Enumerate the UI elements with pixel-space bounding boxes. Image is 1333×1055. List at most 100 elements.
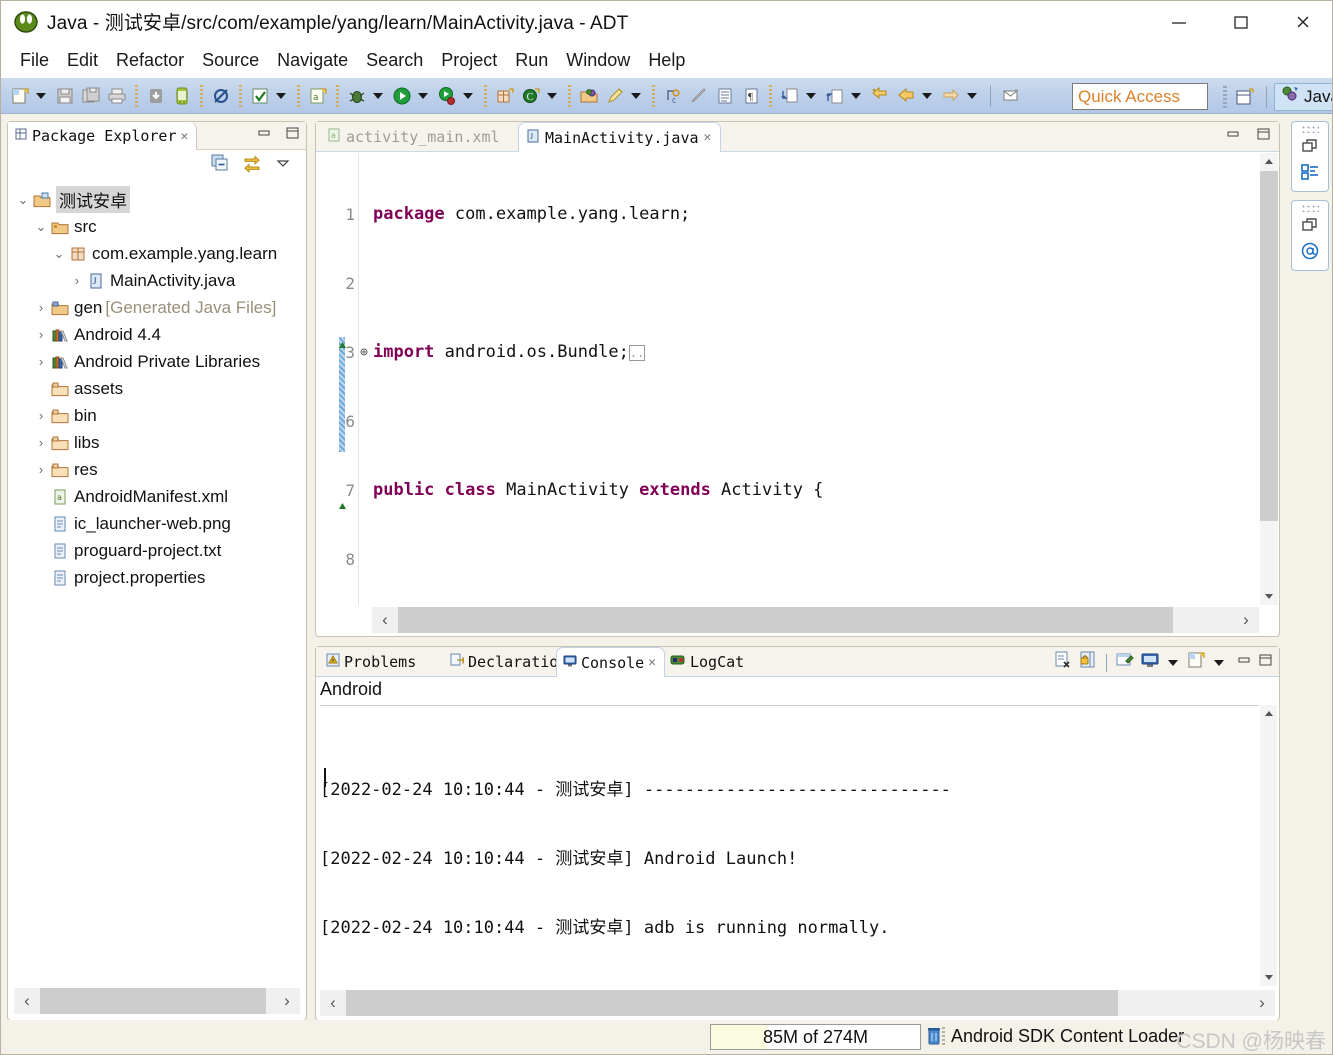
run-icon[interactable] — [391, 85, 413, 107]
tree-row-assets[interactable]: assets — [9, 375, 305, 402]
run-last-tool-dropdown-icon[interactable] — [460, 85, 476, 107]
scroll-down-button[interactable] — [1260, 587, 1278, 605]
vscroll-track[interactable] — [1260, 723, 1277, 968]
hscroll-thumb[interactable] — [346, 990, 1118, 1016]
package-explorer-hscrollbar[interactable]: ‹ › — [14, 988, 300, 1014]
forward-dropdown-icon[interactable] — [964, 85, 980, 107]
close-icon[interactable]: ✕ — [704, 130, 712, 145]
tree-row-res[interactable]: › res — [9, 456, 305, 483]
build-all-icon[interactable] — [249, 85, 271, 107]
twisty-expanded-icon[interactable]: ⌄ — [51, 246, 67, 262]
debug-icon[interactable] — [346, 85, 368, 107]
menu-navigate[interactable]: Navigate — [268, 47, 357, 74]
new-wizard-dropdown-icon[interactable] — [33, 85, 49, 107]
tab-activity-main-xml[interactable]: a activity_main.xml — [320, 122, 509, 152]
close-icon[interactable]: ✕ — [648, 655, 656, 670]
save-icon[interactable] — [54, 85, 76, 107]
quick-access-input[interactable]: Quick Access — [1072, 83, 1208, 110]
open-console-dropdown-icon[interactable] — [1211, 652, 1227, 674]
last-edit-icon[interactable] — [869, 85, 891, 107]
tree-row-libs[interactable]: › libs — [9, 429, 305, 456]
lock-scroll-icon[interactable] — [1078, 650, 1098, 675]
tree-row-src[interactable]: ⌄ src — [9, 213, 305, 240]
menu-refactor[interactable]: Refactor — [107, 47, 193, 74]
view-menu-icon[interactable] — [274, 154, 292, 177]
console-hscrollbar[interactable]: ‹ › — [320, 990, 1275, 1016]
menu-project[interactable]: Project — [432, 47, 506, 74]
code-editor[interactable]: 1 package com.example.yang.learn; 2 3 ⊕ imp… — [317, 153, 1278, 605]
heap-status-indicator[interactable]: 85M of 274M — [710, 1024, 921, 1050]
run-last-tool-icon[interactable] — [436, 85, 458, 107]
maximize-icon[interactable] — [1255, 127, 1271, 146]
search-icon[interactable]: C — [662, 85, 684, 107]
scroll-right-button[interactable]: › — [1233, 607, 1259, 633]
trash-icon[interactable] — [926, 1026, 942, 1051]
perspective-java-button[interactable]: Java — [1274, 82, 1332, 111]
android-avd-manager-icon[interactable] — [171, 85, 193, 107]
tab-problems[interactable]: Problems — [320, 647, 424, 677]
open-console-icon[interactable] — [1186, 650, 1206, 675]
scroll-down-button[interactable] — [1260, 968, 1277, 986]
scroll-right-button[interactable]: › — [274, 988, 300, 1014]
twisty-collapsed-icon[interactable]: › — [33, 300, 49, 315]
scroll-up-button[interactable] — [1260, 705, 1277, 723]
new-wizard-icon[interactable] — [9, 85, 31, 107]
menu-search[interactable]: Search — [357, 47, 432, 74]
scroll-left-button[interactable]: ‹ — [320, 990, 346, 1016]
previous-annotation-icon[interactable] — [824, 85, 846, 107]
print-icon[interactable] — [106, 85, 128, 107]
tab-console[interactable]: Console ✕ — [556, 647, 666, 677]
build-dropdown-icon[interactable] — [273, 85, 289, 107]
toggle-ruler-icon[interactable] — [714, 85, 736, 107]
next-annotation-dropdown-icon[interactable] — [803, 85, 819, 107]
minimize-icon[interactable] — [256, 126, 272, 145]
run-dropdown-icon[interactable] — [415, 85, 431, 107]
next-annotation-icon[interactable] — [779, 85, 801, 107]
maximize-icon[interactable] — [284, 126, 300, 145]
tree-row-android-44[interactable]: › Android 4.4 — [9, 321, 305, 348]
menu-run[interactable]: Run — [506, 47, 557, 74]
forward-icon[interactable] — [940, 85, 962, 107]
tab-mainactivity-java[interactable]: J MainActivity.java ✕ — [518, 122, 722, 152]
twisty-collapsed-icon[interactable]: › — [33, 462, 49, 477]
tree-row-proguard-project[interactable]: proguard-project.txt — [9, 537, 305, 564]
scroll-left-button[interactable]: ‹ — [14, 988, 40, 1014]
collapse-all-icon[interactable] — [210, 153, 230, 178]
console-vscrollbar[interactable] — [1260, 705, 1277, 986]
minimize-icon[interactable] — [1225, 127, 1241, 146]
tree-row-gen[interactable]: › gen [Generated Java Files] — [9, 294, 305, 321]
tree-row-package[interactable]: ⌄ com.example.yang.learn — [9, 240, 305, 267]
restore-icon[interactable] — [1297, 212, 1323, 238]
tree-row-project-properties[interactable]: project.properties — [9, 564, 305, 591]
open-type-icon[interactable] — [578, 85, 600, 107]
new-android-xml-icon[interactable]: a — [307, 85, 329, 107]
skip-breakpoints-icon[interactable] — [210, 85, 232, 107]
hscroll-thumb[interactable] — [398, 607, 1173, 633]
marker-icon[interactable] — [688, 85, 710, 107]
menu-source[interactable]: Source — [193, 47, 268, 74]
twisty-expanded-icon[interactable]: ⌄ — [15, 192, 31, 208]
scroll-up-button[interactable] — [1260, 153, 1278, 171]
drag-handle[interactable] — [1301, 125, 1319, 133]
minimize-icon[interactable] — [1236, 653, 1252, 672]
vscroll-thumb[interactable] — [1260, 171, 1278, 521]
maximize-icon[interactable] — [1257, 653, 1273, 672]
new-class-dropdown-icon[interactable] — [544, 85, 560, 107]
tree-row-project[interactable]: ⌄ 测试安卓 — [9, 186, 305, 213]
vscroll-track[interactable] — [1260, 171, 1278, 587]
project-tree[interactable]: ⌄ 测试安卓 ⌄ src ⌄ com.example.yang.learn › … — [9, 182, 305, 982]
new-class-icon[interactable]: C — [520, 85, 542, 107]
android-sdk-manager-icon[interactable] — [145, 85, 167, 107]
debug-dropdown-icon[interactable] — [370, 85, 386, 107]
display-selected-console-icon[interactable] — [1140, 650, 1160, 675]
scroll-left-button[interactable]: ‹ — [372, 607, 398, 633]
tab-logcat[interactable]: LogCat — [664, 647, 752, 677]
hscroll-track[interactable] — [346, 990, 1249, 1016]
show-whitespace-icon[interactable]: ¶ — [740, 85, 762, 107]
minimize-button[interactable] — [1148, 1, 1210, 42]
tree-row-bin[interactable]: › bin — [9, 402, 305, 429]
hscroll-track[interactable] — [40, 988, 274, 1014]
code-lines[interactable]: 1 package com.example.yang.learn; 2 3 ⊕ imp… — [317, 157, 1278, 605]
back-dropdown-icon[interactable] — [919, 85, 935, 107]
editor-hscrollbar[interactable]: ‹ › — [372, 607, 1259, 633]
